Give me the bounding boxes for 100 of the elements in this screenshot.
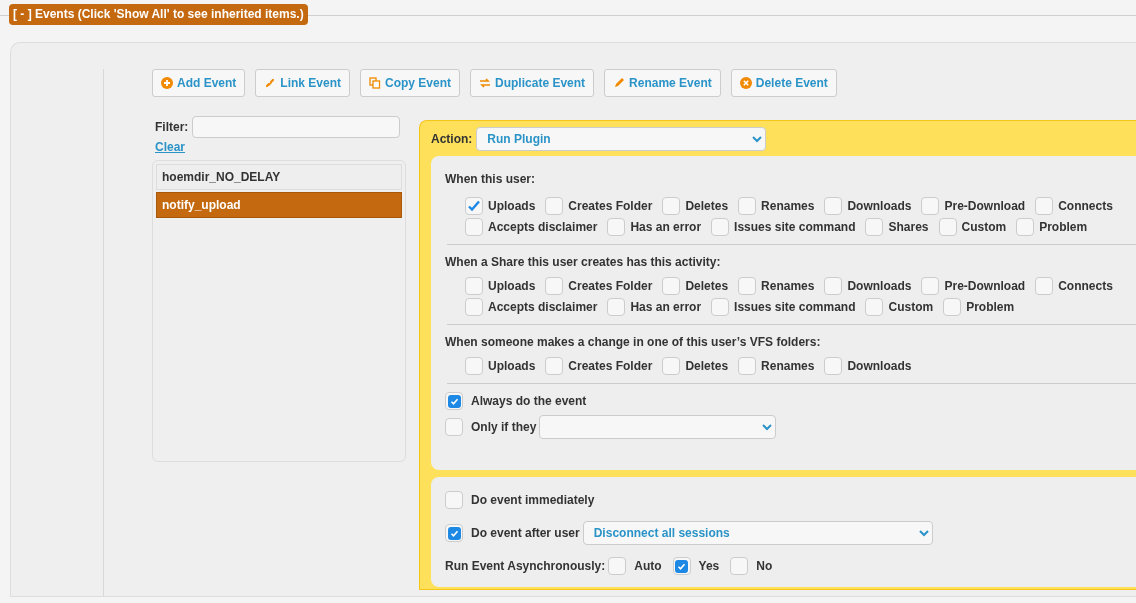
option-label: Always do the event (471, 393, 587, 410)
option-label: Pre-Download (944, 198, 1026, 215)
section-toggle[interactable]: [ - ] Events (Click 'Show All' to see inherited items.) (9, 4, 308, 25)
checkbox[interactable] (465, 357, 483, 375)
checkbox[interactable] (465, 218, 483, 236)
option-label: Accepts disclaimer (488, 299, 598, 316)
checkbox[interactable] (545, 197, 564, 215)
pencil-icon (613, 77, 626, 89)
checkbox[interactable] (921, 277, 940, 295)
checkbox[interactable] (824, 197, 843, 215)
checkbox[interactable] (662, 357, 681, 375)
checkbox[interactable] (465, 298, 483, 316)
option-label: Problem (1039, 219, 1088, 236)
action-label: Action: (431, 131, 473, 148)
option-label: Problem (966, 299, 1015, 316)
checkbox[interactable] (608, 557, 627, 575)
checkbox[interactable] (1035, 197, 1054, 215)
option-label: Creates Folder (568, 198, 653, 215)
option-label: Accepts disclaimer (488, 219, 598, 236)
condition-select[interactable] (539, 415, 777, 439)
option-label: Has an error (630, 299, 702, 316)
option-label: Issues site command (734, 219, 856, 236)
checkbox[interactable] (824, 357, 843, 375)
checkbox[interactable] (662, 277, 681, 295)
option-label: Renames (761, 278, 815, 295)
option-label: Yes (698, 558, 720, 575)
option-label: Uploads (488, 278, 536, 295)
option-label: Custom (888, 299, 934, 316)
option-label: Auto (634, 558, 662, 575)
option-label: Do event after user (471, 525, 580, 542)
checkbox[interactable] (545, 357, 564, 375)
checkbox[interactable] (607, 298, 626, 316)
option-label: Issues site command (734, 299, 856, 316)
checkbox[interactable] (865, 298, 884, 316)
option-label: Uploads (488, 358, 536, 375)
option-label: Downloads (847, 198, 912, 215)
option-label: Shares (888, 219, 929, 236)
checkbox[interactable] (445, 392, 463, 410)
checkbox[interactable] (445, 491, 463, 509)
checkbox[interactable] (824, 277, 843, 295)
option-label: Deletes (685, 278, 729, 295)
option-label: Downloads (847, 358, 912, 375)
checkbox[interactable] (465, 277, 483, 295)
option-label: Pre-Download (944, 278, 1026, 295)
checkbox[interactable] (865, 218, 884, 236)
toolbar-button[interactable]: Duplicate Event (470, 69, 595, 97)
checkbox[interactable] (545, 277, 564, 295)
checkbox[interactable] (938, 218, 957, 236)
copy-icon (369, 77, 382, 89)
clear-link[interactable]: Clear (152, 138, 186, 156)
checkbox[interactable] (465, 197, 483, 215)
action-select[interactable]: Run Plugin (476, 127, 767, 151)
option-label: Creates Folder (568, 358, 653, 375)
option-label: Only if they (471, 419, 537, 436)
option-label: Renames (761, 358, 815, 375)
option-label: Deletes (685, 198, 729, 215)
option-label: Custom (961, 219, 1007, 236)
option-label: Uploads (488, 198, 536, 215)
checkbox[interactable] (445, 524, 463, 542)
checkbox[interactable] (730, 557, 749, 575)
checkbox[interactable] (445, 418, 463, 436)
checkbox[interactable] (921, 197, 940, 215)
group-title: When someone makes a change in one of this user’s VFS folders: (445, 334, 822, 351)
arrows-icon (479, 77, 492, 89)
option-label: Deletes (685, 358, 729, 375)
checkbox[interactable] (711, 218, 730, 236)
checkbox[interactable] (738, 277, 757, 295)
option-label: Downloads (847, 278, 912, 295)
add-icon (161, 77, 173, 89)
condition-select[interactable]: Disconnect all sessions (582, 521, 933, 545)
toolbar-button[interactable]: Link Event (255, 69, 351, 97)
checkbox[interactable] (738, 197, 757, 215)
event-item[interactable]: hoemdir_NO_DELAY (156, 164, 402, 190)
option-label: Connects (1058, 198, 1113, 215)
checkbox[interactable] (662, 197, 681, 215)
filter-field[interactable] (192, 116, 401, 138)
event-item[interactable]: notify_upload (156, 192, 402, 218)
toolbar-button[interactable]: Delete Event (730, 69, 837, 97)
filter-label: Filter: (155, 119, 189, 136)
toolbar-button[interactable]: Rename Event (604, 69, 721, 97)
toolbar-button[interactable]: Add Event (152, 69, 246, 97)
checkbox[interactable] (943, 298, 962, 316)
group-title: When this user: (445, 171, 536, 188)
delete-icon (739, 77, 752, 89)
async-label: Run Event Asynchronously: (445, 558, 606, 575)
checkbox[interactable] (738, 357, 757, 375)
link-icon (264, 77, 277, 89)
option-label: No (756, 558, 773, 575)
checkbox[interactable] (711, 298, 730, 316)
option-label: Has an error (630, 219, 702, 236)
toolbar-button[interactable]: Copy Event (360, 69, 461, 97)
option-label: Creates Folder (568, 278, 653, 295)
checkbox[interactable] (607, 218, 626, 236)
option-label: Connects (1058, 278, 1113, 295)
checkbox[interactable] (1016, 218, 1035, 236)
option-label: Renames (761, 198, 815, 215)
group-title: When a Share this user creates has this activity: (445, 254, 722, 271)
option-label: Do event immediately (471, 492, 595, 509)
checkbox[interactable] (672, 557, 691, 575)
checkbox[interactable] (1035, 277, 1054, 295)
